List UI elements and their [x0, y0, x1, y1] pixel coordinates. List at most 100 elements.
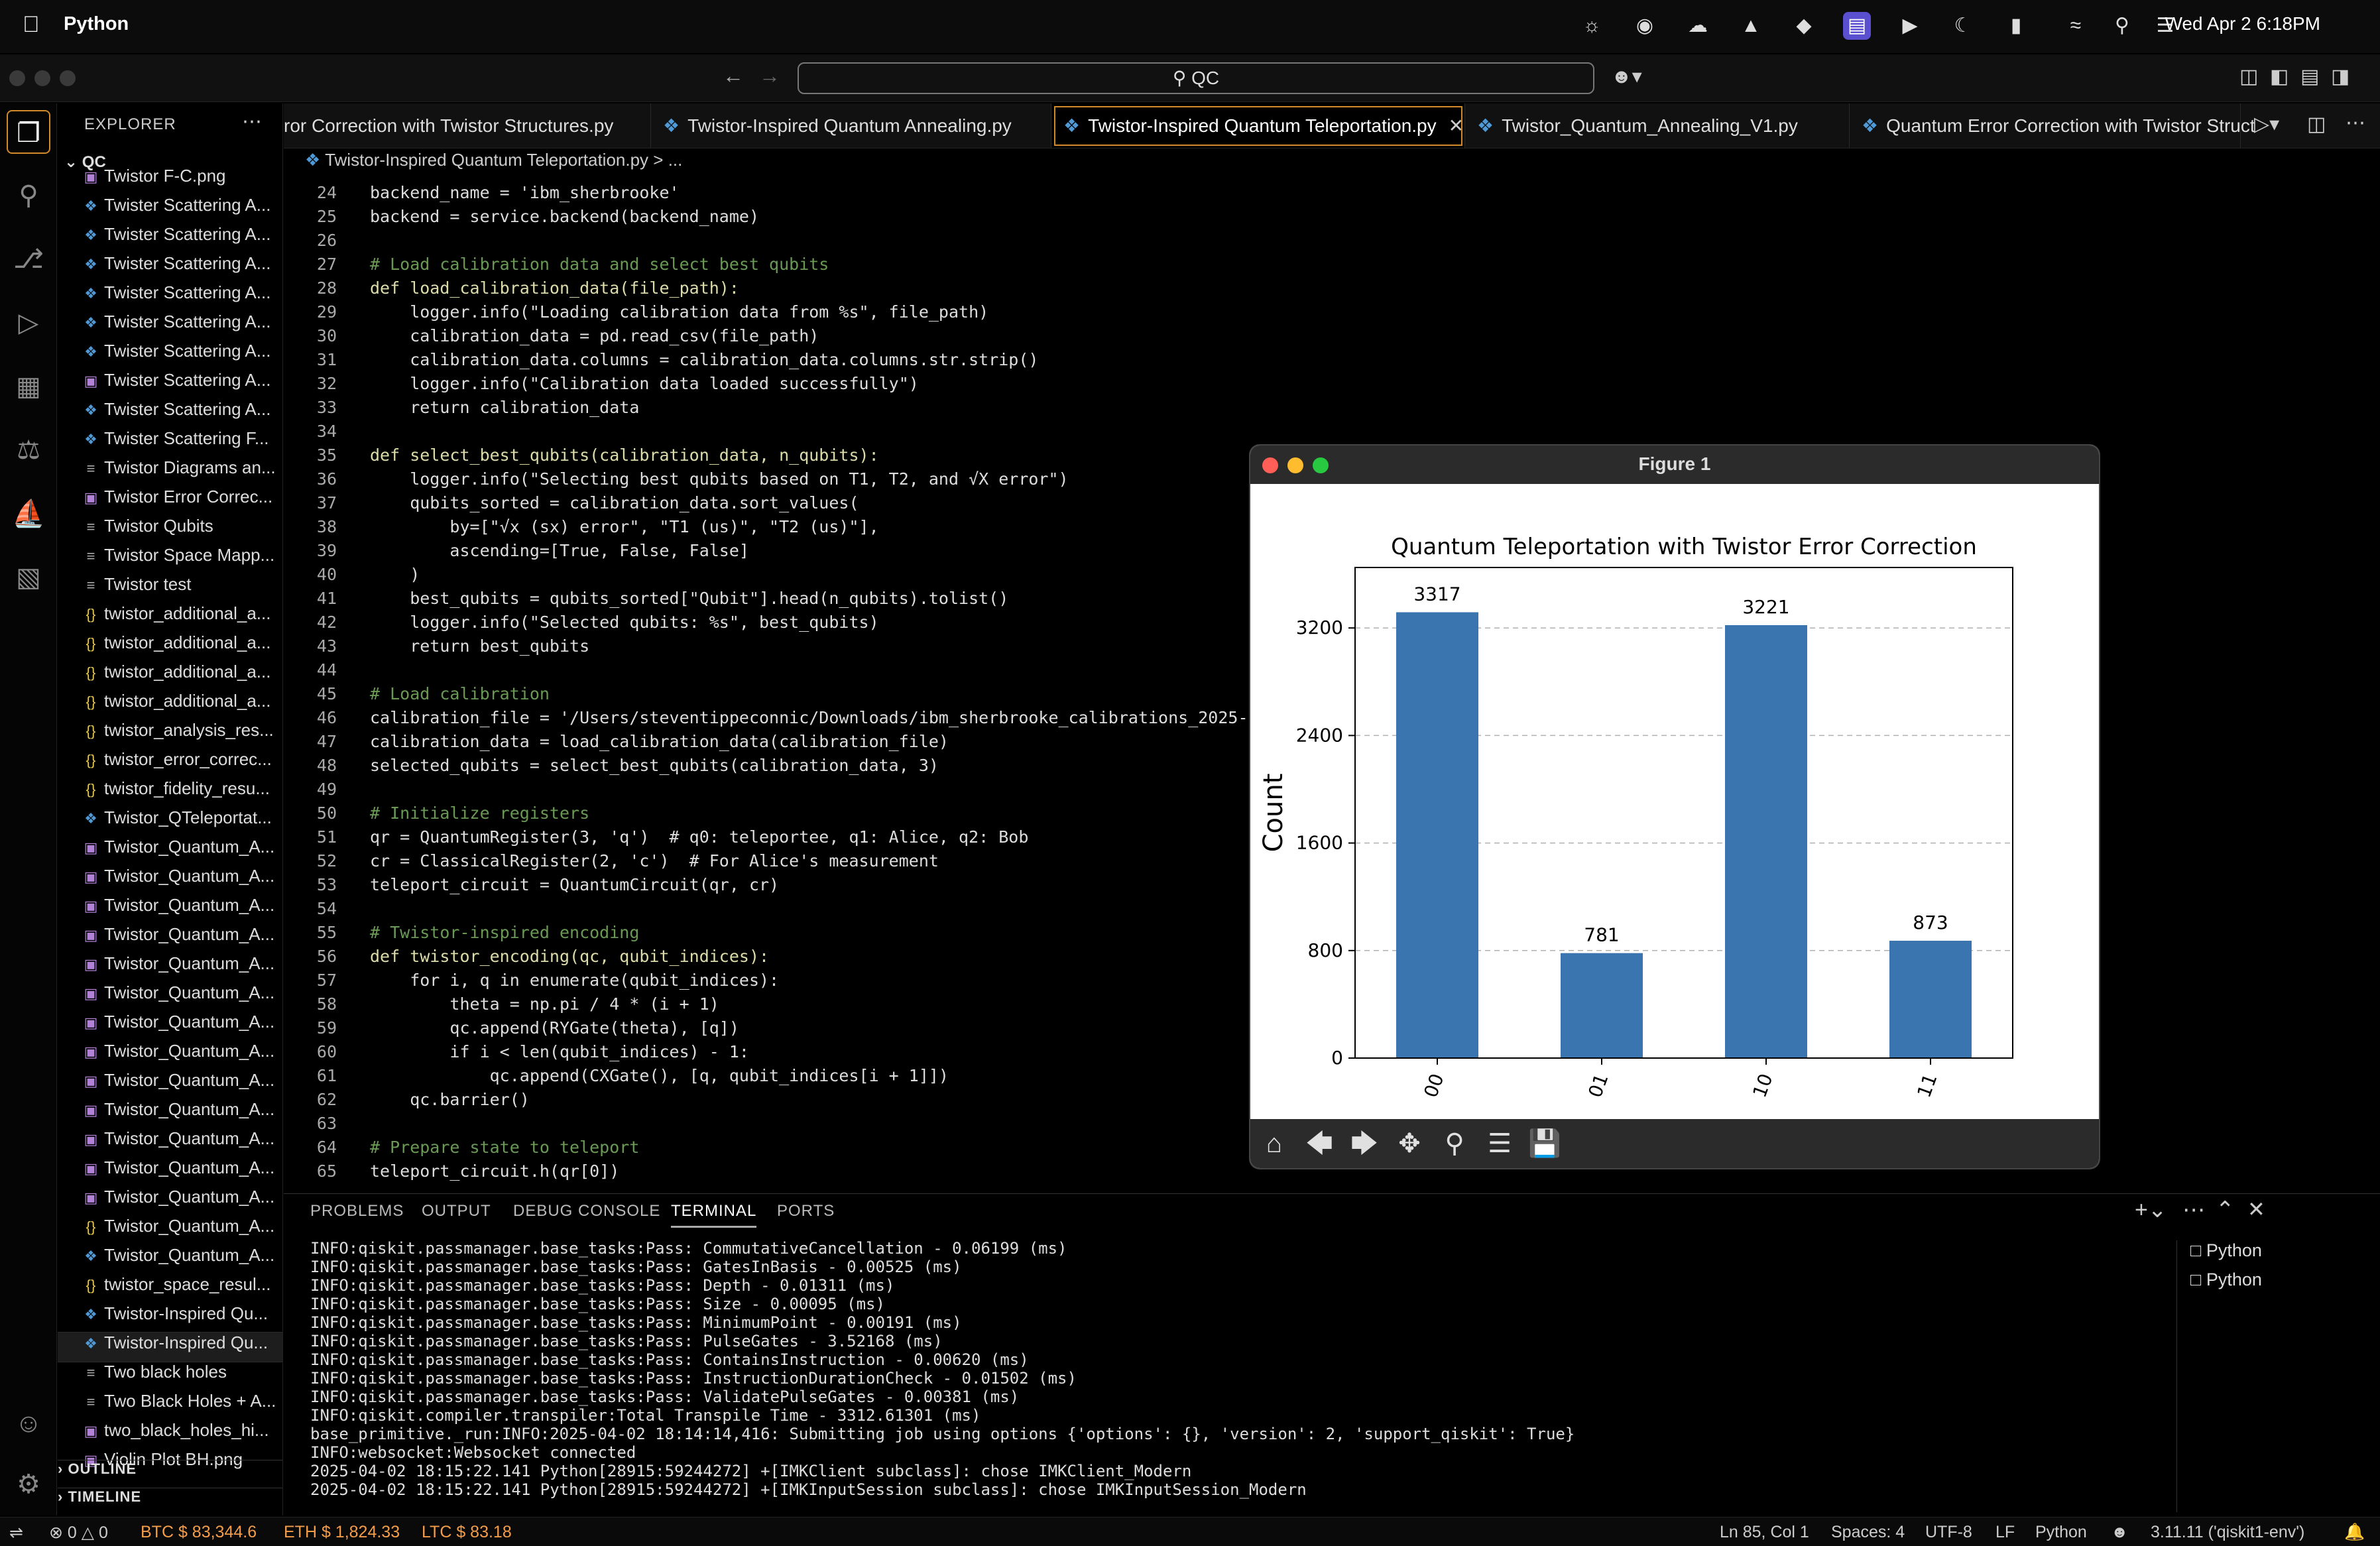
explorer-file-item[interactable]: ▣ Twistor_Quantum_A...	[58, 1128, 282, 1158]
terminal-item[interactable]: □ Python	[2190, 1240, 2376, 1267]
close-window-button[interactable]	[9, 70, 25, 86]
layout-customize-icon[interactable]: ◫	[2239, 65, 2258, 88]
split-editor-icon[interactable]: ◫	[2307, 113, 2326, 136]
explorer-file-item[interactable]: ▣ two_black_holes_hi...	[58, 1420, 282, 1449]
explorer-file-item[interactable]: ≡ Twistor Diagrams an...	[58, 457, 282, 487]
explorer-file-item[interactable]: ❖ Twister Scattering A...	[58, 195, 282, 224]
tab-terminal[interactable]: TERMINAL	[671, 1202, 757, 1228]
explorer-file-item[interactable]: {} twistor_fidelity_resu...	[58, 778, 282, 807]
explorer-file-item[interactable]: ▣ Twistor_Quantum_A...	[58, 924, 282, 953]
explorer-file-item[interactable]: ❖ Twister Scattering A...	[58, 341, 282, 370]
battery-icon[interactable]: ▮	[2002, 12, 2030, 40]
tab-error-correction-2[interactable]: ❖ Quantum Error Correction with Twistor S…	[1850, 103, 2255, 148]
remote-explorer-icon[interactable]: ▧	[7, 556, 50, 599]
menubar-clock[interactable]: Wed Apr 2 6:18PM	[2165, 13, 2321, 34]
panel-more-icon[interactable]: ⋯	[2182, 1197, 2205, 1223]
explorer-file-item[interactable]: ≡ Two black holes	[58, 1362, 282, 1391]
end-of-line[interactable]: LF	[1995, 1523, 2015, 1542]
moon-icon[interactable]: ☾	[1949, 12, 1977, 40]
command-center-search[interactable]: ⚲ QC	[798, 62, 1594, 94]
notifications-bell-icon[interactable]: 🔔	[2344, 1523, 2365, 1542]
tab-quantum-annealing[interactable]: ❖ Twistor-Inspired Quantum Annealing.py	[651, 103, 1051, 148]
explorer-file-item[interactable]: ▣ Twistor_Quantum_A...	[58, 1099, 282, 1128]
indentation[interactable]: Spaces: 4	[1831, 1523, 1905, 1542]
cloud-icon[interactable]: ☁	[1684, 12, 1712, 40]
tab-error-correction[interactable]: ror Correction with Twistor Structures.p…	[284, 103, 651, 148]
status-icon[interactable]: ▲	[1737, 12, 1765, 40]
explorer-file-item[interactable]: ❖ Twistor_Quantum_A...	[58, 1245, 282, 1274]
figure-zoom-button[interactable]	[1313, 457, 1329, 473]
explorer-file-item[interactable]: {} twistor_error_correc...	[58, 749, 282, 778]
explorer-file-item[interactable]: ▣ Twistor F-C.png	[58, 166, 282, 195]
explorer-file-item[interactable]: ❖ Twistor-Inspired Qu...	[58, 1303, 282, 1333]
explorer-file-item[interactable]: ❖ Twister Scattering A...	[58, 399, 282, 428]
toggle-secondary-sidebar-icon[interactable]: ◨	[2331, 65, 2350, 88]
explorer-file-item[interactable]: ❖ Twister Scattering A...	[58, 253, 282, 282]
source-control-icon[interactable]: ⎇	[7, 237, 50, 281]
tab-output[interactable]: OUTPUT	[422, 1202, 491, 1220]
explorer-file-item[interactable]: ❖ Twister Scattering A...	[58, 312, 282, 341]
tab-quantum-teleportation[interactable]: ❖ Twistor-Inspired Quantum Teleportation.…	[1051, 103, 1465, 148]
minimize-window-button[interactable]	[34, 70, 50, 86]
extension-icon[interactable]: ◉	[1631, 12, 1659, 40]
explorer-file-item[interactable]: ▣ Twistor_Quantum_A...	[58, 837, 282, 866]
explorer-file-item[interactable]: {} twistor_additional_a...	[58, 662, 282, 691]
explorer-file-item[interactable]: {} twistor_analysis_res...	[58, 720, 282, 749]
explorer-more-icon[interactable]: ⋯	[242, 110, 262, 133]
explorer-file-item[interactable]: ▣ Twistor_Quantum_A...	[58, 866, 282, 895]
outline-section[interactable]: › OUTLINE	[58, 1460, 282, 1489]
wifi-icon[interactable]: ≈	[2062, 12, 2090, 40]
remote-icon[interactable]: ⇌	[9, 1523, 23, 1543]
tab-problems[interactable]: PROBLEMS	[310, 1202, 404, 1220]
close-tab-icon[interactable]: ✕	[1449, 115, 1464, 136]
explorer-file-item[interactable]: ▣ Twistor_Quantum_A...	[58, 1012, 282, 1041]
toggle-panel-icon[interactable]: ▤	[2300, 65, 2319, 88]
explorer-file-item[interactable]: ▣ Twistor_Quantum_A...	[58, 1187, 282, 1216]
explorer-file-item[interactable]: ▣ Twistor Error Correc...	[58, 487, 282, 516]
problems-status[interactable]: ⊗ 0 △ 0	[49, 1523, 108, 1543]
explorer-file-item[interactable]: ≡ Twistor Space Mapp...	[58, 545, 282, 574]
maximize-window-button[interactable]	[60, 70, 76, 86]
editor-more-icon[interactable]: ⋯	[2346, 111, 2365, 135]
close-panel-icon[interactable]: ✕	[2247, 1197, 2265, 1222]
explorer-file-item[interactable]: ❖ Twistor_QTeleportat...	[58, 807, 282, 837]
new-terminal-icon[interactable]: +⌄	[2135, 1197, 2167, 1223]
app-name[interactable]: Python	[64, 13, 129, 35]
breadcrumb[interactable]: ❖ Twistor-Inspired Quantum Teleportation…	[305, 150, 682, 170]
explorer-file-item[interactable]: {} twistor_space_resul...	[58, 1274, 282, 1303]
encoding[interactable]: UTF-8	[1925, 1523, 1972, 1542]
explorer-file-item[interactable]: ▣ Twistor_Quantum_A...	[58, 982, 282, 1012]
run-debug-icon[interactable]: ▷	[7, 301, 50, 345]
figure-minimize-button[interactable]	[1287, 457, 1303, 473]
explorer-file-item[interactable]: ▣ Twistor_Quantum_A...	[58, 1070, 282, 1099]
explorer-file-item[interactable]: ❖ Twistor-Inspired Qu...	[58, 1332, 282, 1362]
explorer-file-item[interactable]: {} twistor_additional_a...	[58, 603, 282, 632]
figure-close-button[interactable]	[1262, 457, 1278, 473]
explorer-file-item[interactable]: ❖ Twister Scattering A...	[58, 282, 282, 312]
tab-debug-console[interactable]: DEBUG CONSOLE	[513, 1202, 660, 1220]
explorer-file-item[interactable]: ≡ Two Black Holes + A...	[58, 1391, 282, 1420]
nav-back-icon[interactable]: ←	[723, 64, 744, 88]
cursor-position[interactable]: Ln 85, Col 1	[1720, 1523, 1809, 1542]
explorer-file-item[interactable]: ▣ Twistor_Quantum_A...	[58, 1158, 282, 1187]
zoom-icon[interactable]: ⚲	[1436, 1126, 1473, 1161]
extensions-icon[interactable]: ▦	[7, 365, 50, 408]
copilot-icon[interactable]: ☻▾	[1611, 65, 1642, 88]
forward-arrow-icon[interactable]: 🡆	[1346, 1126, 1383, 1161]
run-file-icon[interactable]: ▷▾	[2254, 113, 2279, 136]
testing-icon[interactable]: ⚖	[7, 428, 50, 472]
configure-subplots-icon[interactable]: ☰	[1481, 1126, 1518, 1161]
account-icon[interactable]: ☺	[7, 1401, 50, 1445]
search-icon[interactable]: ⚲	[7, 174, 50, 217]
home-icon[interactable]: ⌂	[1256, 1126, 1293, 1161]
pan-icon[interactable]: ✥	[1391, 1126, 1428, 1161]
chatgpt-icon[interactable]: ☼	[1578, 12, 1606, 40]
explorer-file-item[interactable]: ≡ Twistor Qubits	[58, 516, 282, 545]
python-interpreter[interactable]: 3.11.11 ('qiskit1-env')	[2151, 1523, 2304, 1542]
copilot-status-icon[interactable]: ☻	[2111, 1523, 2128, 1542]
explorer-file-item[interactable]: ▣ Twistor_Quantum_A...	[58, 953, 282, 982]
diamond-icon[interactable]: ◆	[1790, 12, 1818, 40]
language-mode[interactable]: Python	[2035, 1523, 2087, 1542]
docker-icon[interactable]: ⛵	[7, 492, 50, 536]
tab-annealing-v1[interactable]: ❖ Twistor_Quantum_Annealing_V1.py	[1465, 103, 1850, 148]
